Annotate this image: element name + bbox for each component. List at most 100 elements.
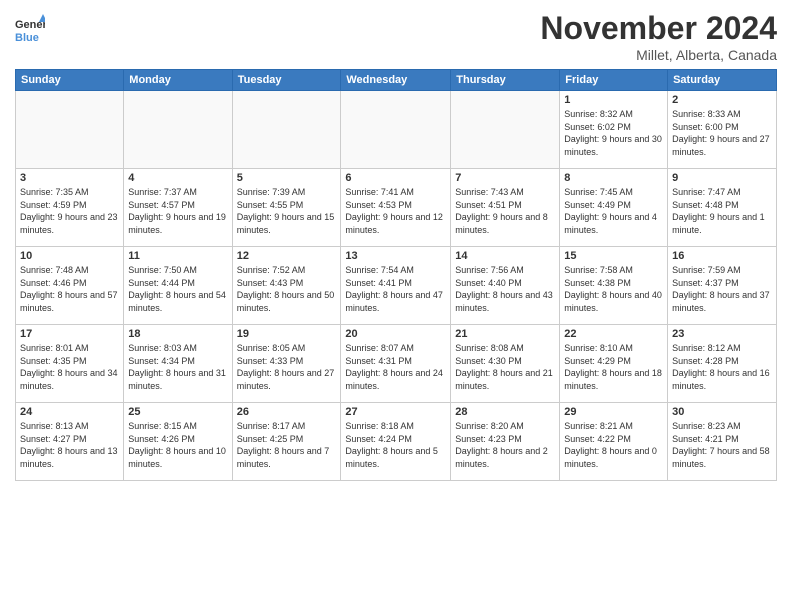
- day-info: Sunrise: 8:23 AM Sunset: 4:21 PM Dayligh…: [672, 420, 772, 470]
- calendar-cell-w5-d6: 29Sunrise: 8:21 AM Sunset: 4:22 PM Dayli…: [560, 403, 668, 481]
- day-number: 5: [237, 172, 337, 184]
- calendar-cell-w1-d6: 1Sunrise: 8:32 AM Sunset: 6:02 PM Daylig…: [560, 91, 668, 169]
- day-info: Sunrise: 7:35 AM Sunset: 4:59 PM Dayligh…: [20, 186, 119, 236]
- day-info: Sunrise: 8:15 AM Sunset: 4:26 PM Dayligh…: [128, 420, 227, 470]
- day-number: 16: [672, 250, 772, 262]
- day-number: 23: [672, 328, 772, 340]
- calendar-week-3: 10 Sunrise: 7:48 AM Sunset: 4:46 PM Dayli…: [16, 247, 777, 325]
- calendar-week-2: 3 Sunrise: 7:35 AM Sunset: 4:59 PM Daylig…: [16, 169, 777, 247]
- day-number: 29: [564, 406, 663, 418]
- calendar-cell-w1-d3: [232, 91, 341, 169]
- calendar-cell-w5-d1: 24 Sunrise: 8:13 AM Sunset: 4:27 PM Dayli…: [16, 403, 124, 481]
- day-info: Sunrise: 8:13 AM Sunset: 4:27 PM Dayligh…: [20, 420, 119, 470]
- day-info: Sunrise: 8:12 AM Sunset: 4:28 PM Dayligh…: [672, 342, 772, 392]
- day-info: Sunrise: 8:20 AM Sunset: 4:23 PM Dayligh…: [455, 420, 555, 470]
- calendar-cell-w1-d4: [341, 91, 451, 169]
- day-info: Sunrise: 7:37 AM Sunset: 4:57 PM Dayligh…: [128, 186, 227, 236]
- calendar-cell-w5-d4: 27 Sunrise: 8:18 AM Sunset: 4:24 PM Dayli…: [341, 403, 451, 481]
- col-wednesday: Wednesday: [341, 70, 451, 91]
- day-number: 6: [345, 172, 446, 184]
- day-number: 26: [237, 406, 337, 418]
- day-number: 19: [237, 328, 337, 340]
- calendar-cell-w1-d7: 2 Sunrise: 8:33 AM Sunset: 6:00 PM Daylig…: [668, 91, 777, 169]
- calendar-cell-w2-d7: 9 Sunrise: 7:47 AM Sunset: 4:48 PM Daylig…: [668, 169, 777, 247]
- day-info: Sunrise: 7:50 AM Sunset: 4:44 PM Dayligh…: [128, 264, 227, 314]
- calendar-cell-w2-d4: 6 Sunrise: 7:41 AM Sunset: 4:53 PM Daylig…: [341, 169, 451, 247]
- day-info: Sunrise: 8:33 AM Sunset: 6:00 PM Dayligh…: [672, 108, 772, 158]
- day-number: 14: [455, 250, 555, 262]
- day-number: 15: [564, 250, 663, 262]
- calendar-week-5: 24 Sunrise: 8:13 AM Sunset: 4:27 PM Dayli…: [16, 403, 777, 481]
- day-number: 1: [564, 94, 663, 106]
- calendar-cell-w2-d2: 4 Sunrise: 7:37 AM Sunset: 4:57 PM Daylig…: [124, 169, 232, 247]
- calendar-cell-w4-d3: 19Sunrise: 8:05 AM Sunset: 4:33 PM Dayli…: [232, 325, 341, 403]
- calendar-week-1: 1Sunrise: 8:32 AM Sunset: 6:02 PM Daylig…: [16, 91, 777, 169]
- calendar-cell-w1-d5: [451, 91, 560, 169]
- day-info: Sunrise: 7:47 AM Sunset: 4:48 PM Dayligh…: [672, 186, 772, 236]
- col-friday: Friday: [560, 70, 668, 91]
- day-number: 4: [128, 172, 227, 184]
- title-block: November 2024 Millet, Alberta, Canada: [540, 10, 777, 63]
- calendar-cell-w4-d1: 17 Sunrise: 8:01 AM Sunset: 4:35 PM Dayli…: [16, 325, 124, 403]
- calendar-table: Sunday Monday Tuesday Wednesday Thursday…: [15, 69, 777, 481]
- calendar-cell-w5-d7: 30 Sunrise: 8:23 AM Sunset: 4:21 PM Dayli…: [668, 403, 777, 481]
- calendar-cell-w4-d2: 18Sunrise: 8:03 AM Sunset: 4:34 PM Dayli…: [124, 325, 232, 403]
- col-saturday: Saturday: [668, 70, 777, 91]
- day-number: 22: [564, 328, 663, 340]
- day-number: 8: [564, 172, 663, 184]
- page-container: General Blue November 2024 Millet, Alber…: [0, 0, 792, 491]
- calendar-header-row: Sunday Monday Tuesday Wednesday Thursday…: [16, 70, 777, 91]
- day-number: 25: [128, 406, 227, 418]
- svg-text:Blue: Blue: [15, 32, 39, 44]
- calendar-cell-w5-d2: 25 Sunrise: 8:15 AM Sunset: 4:26 PM Dayli…: [124, 403, 232, 481]
- day-number: 10: [20, 250, 119, 262]
- calendar-cell-w5-d5: 28 Sunrise: 8:20 AM Sunset: 4:23 PM Dayli…: [451, 403, 560, 481]
- location: Millet, Alberta, Canada: [540, 47, 777, 63]
- calendar-cell-w3-d4: 13Sunrise: 7:54 AM Sunset: 4:41 PM Dayli…: [341, 247, 451, 325]
- day-info: Sunrise: 7:52 AM Sunset: 4:43 PM Dayligh…: [237, 264, 337, 314]
- calendar-cell-w5-d3: 26 Sunrise: 8:17 AM Sunset: 4:25 PM Dayli…: [232, 403, 341, 481]
- calendar-cell-w1-d2: [124, 91, 232, 169]
- calendar-cell-w4-d7: 23 Sunrise: 8:12 AM Sunset: 4:28 PM Dayli…: [668, 325, 777, 403]
- calendar-week-4: 17 Sunrise: 8:01 AM Sunset: 4:35 PM Dayli…: [16, 325, 777, 403]
- day-info: Sunrise: 7:41 AM Sunset: 4:53 PM Dayligh…: [345, 186, 446, 236]
- logo: General Blue: [15, 14, 49, 44]
- day-info: Sunrise: 7:43 AM Sunset: 4:51 PM Dayligh…: [455, 186, 555, 236]
- day-number: 17: [20, 328, 119, 340]
- logo-icon: General Blue: [15, 14, 45, 44]
- day-info: Sunrise: 8:03 AM Sunset: 4:34 PM Dayligh…: [128, 342, 227, 392]
- day-number: 20: [345, 328, 446, 340]
- day-number: 2: [672, 94, 772, 106]
- day-info: Sunrise: 7:39 AM Sunset: 4:55 PM Dayligh…: [237, 186, 337, 236]
- day-number: 9: [672, 172, 772, 184]
- calendar-cell-w1-d1: [16, 91, 124, 169]
- day-number: 12: [237, 250, 337, 262]
- day-info: Sunrise: 8:18 AM Sunset: 4:24 PM Dayligh…: [345, 420, 446, 470]
- day-number: 7: [455, 172, 555, 184]
- day-number: 3: [20, 172, 119, 184]
- day-info: Sunrise: 7:56 AM Sunset: 4:40 PM Dayligh…: [455, 264, 555, 314]
- day-info: Sunrise: 7:45 AM Sunset: 4:49 PM Dayligh…: [564, 186, 663, 236]
- col-thursday: Thursday: [451, 70, 560, 91]
- day-info: Sunrise: 8:17 AM Sunset: 4:25 PM Dayligh…: [237, 420, 337, 470]
- day-number: 24: [20, 406, 119, 418]
- calendar-cell-w2-d1: 3 Sunrise: 7:35 AM Sunset: 4:59 PM Daylig…: [16, 169, 124, 247]
- calendar-cell-w3-d6: 15Sunrise: 7:58 AM Sunset: 4:38 PM Dayli…: [560, 247, 668, 325]
- day-number: 30: [672, 406, 772, 418]
- day-info: Sunrise: 7:59 AM Sunset: 4:37 PM Dayligh…: [672, 264, 772, 314]
- month-title: November 2024: [540, 10, 777, 47]
- calendar-cell-w3-d2: 11 Sunrise: 7:50 AM Sunset: 4:44 PM Dayli…: [124, 247, 232, 325]
- day-info: Sunrise: 8:07 AM Sunset: 4:31 PM Dayligh…: [345, 342, 446, 392]
- day-info: Sunrise: 8:01 AM Sunset: 4:35 PM Dayligh…: [20, 342, 119, 392]
- day-number: 11: [128, 250, 227, 262]
- header: General Blue November 2024 Millet, Alber…: [15, 10, 777, 63]
- calendar-cell-w3-d7: 16 Sunrise: 7:59 AM Sunset: 4:37 PM Dayli…: [668, 247, 777, 325]
- day-info: Sunrise: 7:48 AM Sunset: 4:46 PM Dayligh…: [20, 264, 119, 314]
- col-tuesday: Tuesday: [232, 70, 341, 91]
- calendar-cell-w4-d5: 21Sunrise: 8:08 AM Sunset: 4:30 PM Dayli…: [451, 325, 560, 403]
- day-number: 27: [345, 406, 446, 418]
- day-number: 28: [455, 406, 555, 418]
- col-sunday: Sunday: [16, 70, 124, 91]
- calendar-cell-w3-d3: 12 Sunrise: 7:52 AM Sunset: 4:43 PM Dayli…: [232, 247, 341, 325]
- day-number: 13: [345, 250, 446, 262]
